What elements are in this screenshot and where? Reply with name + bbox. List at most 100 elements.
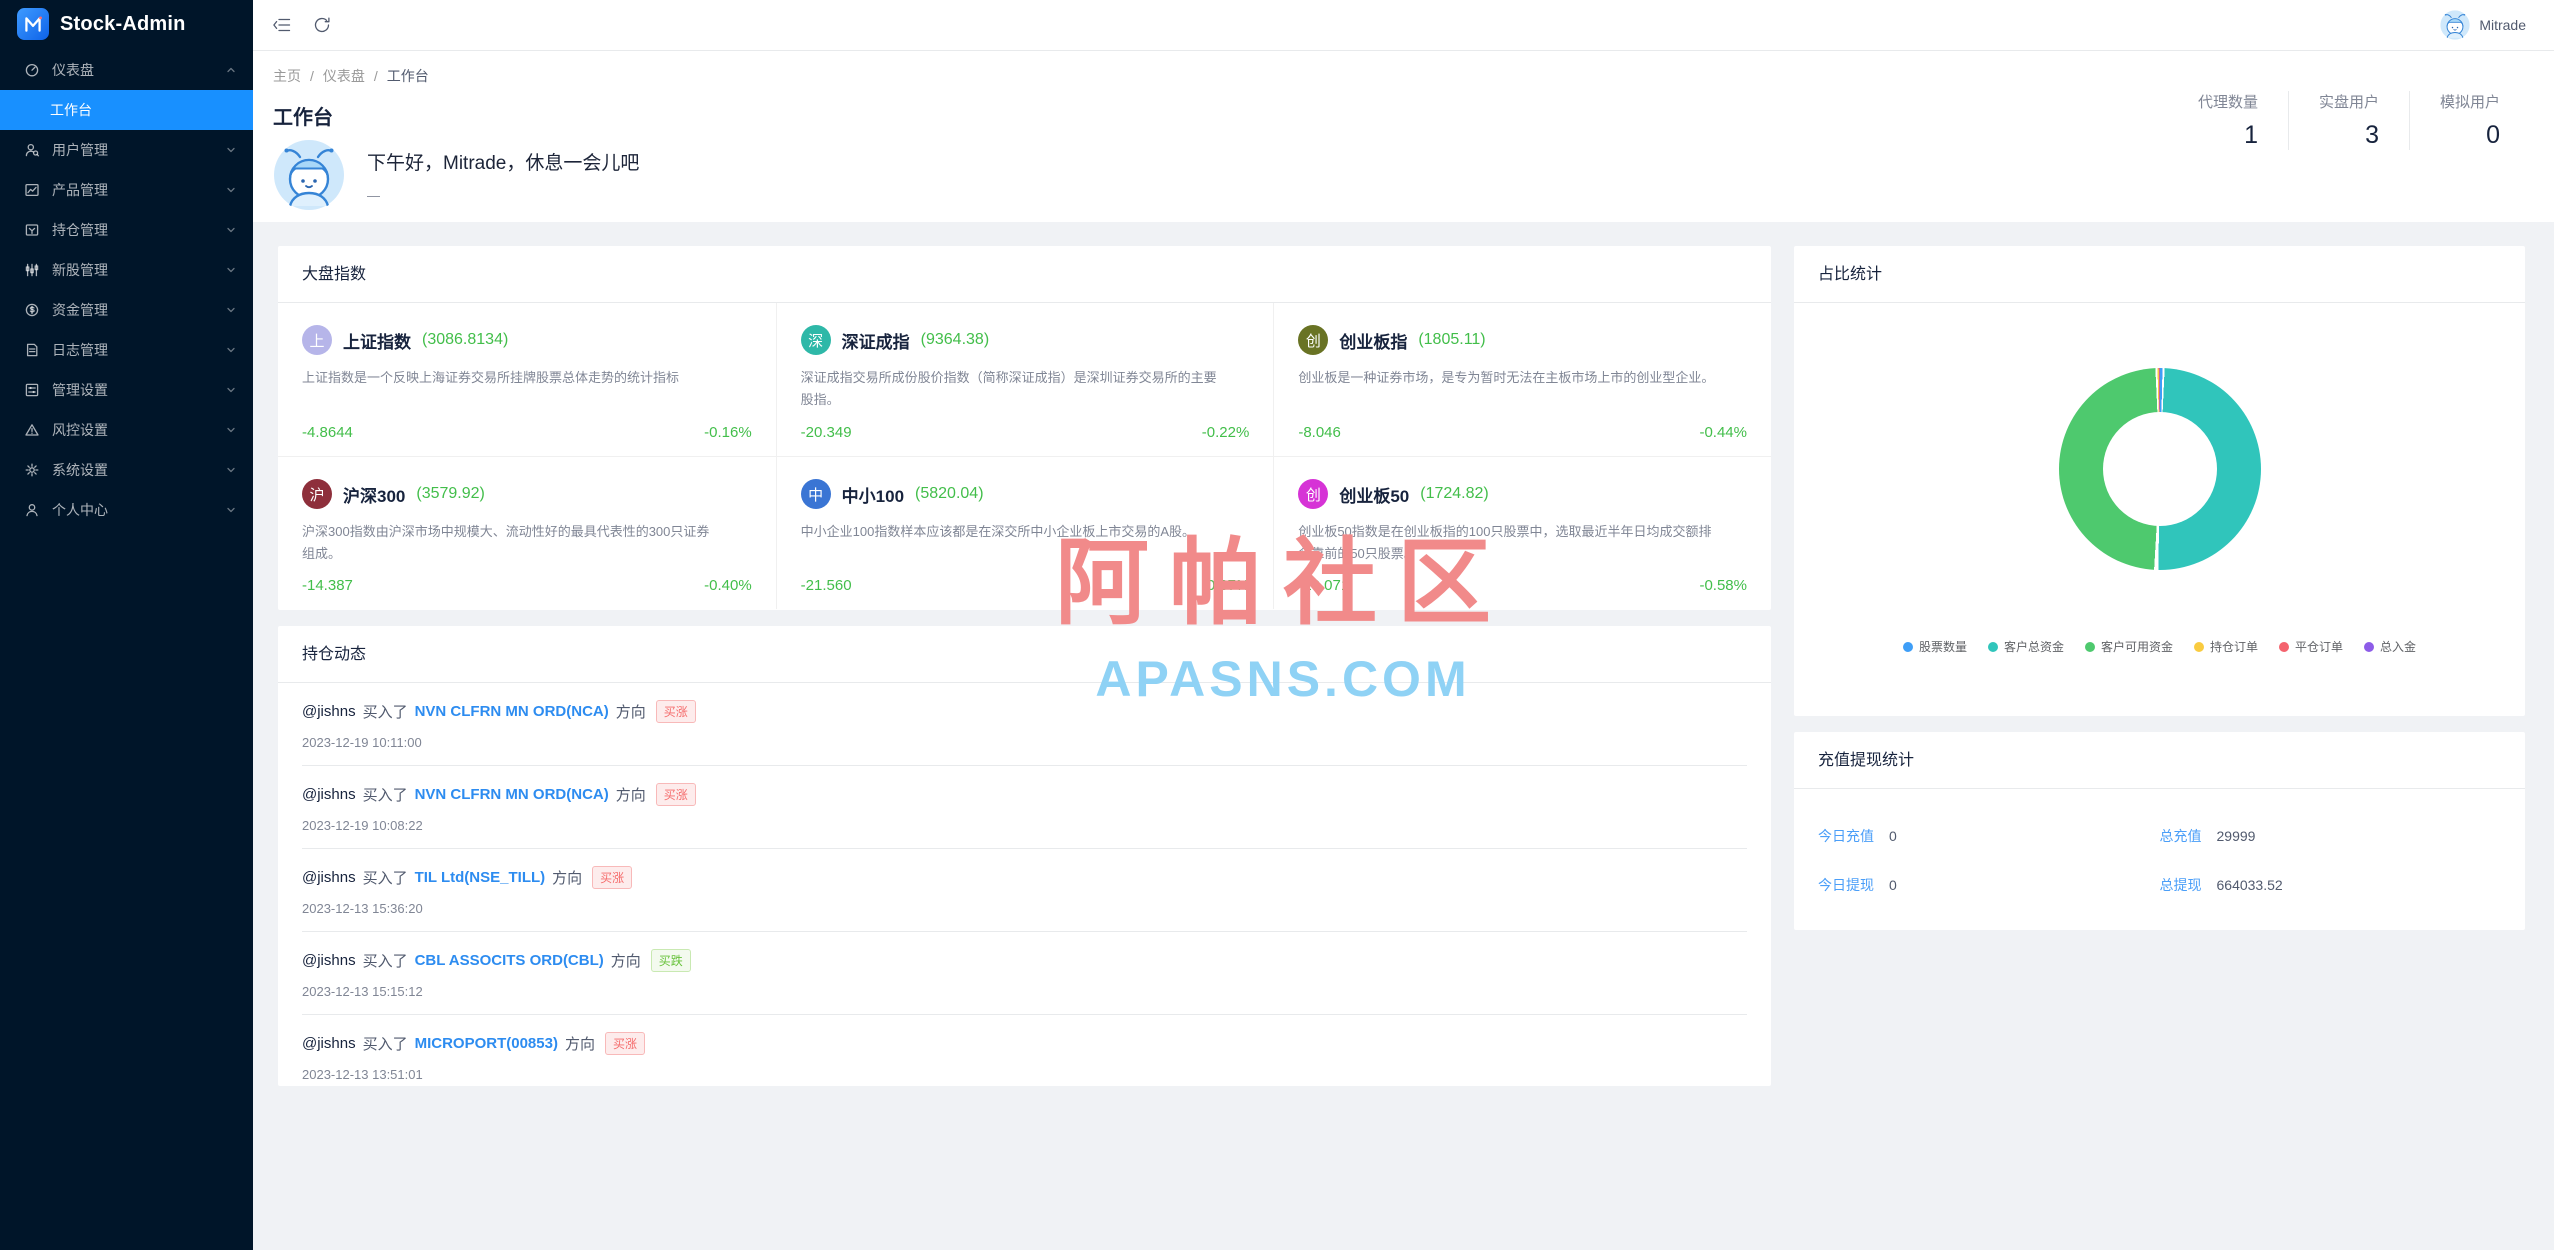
index-percent: -0.16% — [704, 424, 752, 441]
sidebar-item-label: 新股管理 — [52, 262, 108, 278]
menu-fold-icon[interactable] — [272, 15, 292, 35]
greeting-avatar — [273, 139, 345, 211]
position-user: @jishns — [302, 952, 356, 969]
legend-label: 客户总资金 — [2003, 640, 2064, 654]
legend-dot — [2084, 641, 2095, 652]
index-description: 深证成指交易所成份股价指数（简称深证成指）是深圳证券交易所的主要股指。 — [800, 370, 1217, 408]
recharge-stats-card: 充值提现统计 今日充值 0 总充值 29999 今日提现 0 总提现 664033.52 — [1794, 732, 2525, 930]
chevron-down-icon — [227, 227, 235, 233]
position-direction-label: 方向 — [610, 953, 641, 970]
sidebar-menu: 仪表盘 工作台 用户管理 产品管理 持仓管理 新股管理 资金管理 日志管理 管理… — [0, 50, 253, 530]
legend-item-open-orders[interactable]: 持仓订单 — [2194, 638, 2258, 655]
chevron-down-icon — [227, 347, 235, 353]
index-cell-chinext50: 创创业板50 (1724.82) 创业板50指数是在创业板指的100只股票中，选取… — [1273, 456, 1771, 609]
log-manage-icon — [26, 343, 38, 357]
index-value: (1805.11) — [1418, 331, 1486, 348]
sidebar-item-dashboard[interactable]: 仪表盘 — [0, 50, 253, 90]
sidebar-item-system-settings[interactable]: 系统设置 — [0, 450, 253, 490]
position-action: 买入了 — [362, 953, 408, 970]
legend-label: 总入金 — [2380, 640, 2417, 654]
breadcrumb: 主页 / 仪表盘 / 工作台 — [273, 66, 2526, 86]
stat-real-users: 实盘用户 3 — [2287, 91, 2409, 150]
position-row: @jishns 买入了 CBL ASSOCITS ORD(CBL) 方向 买跌 2023… — [302, 932, 1747, 1015]
sidebar-item-workbench[interactable]: 工作台 — [0, 90, 253, 130]
breadcrumb-separator: / — [310, 68, 314, 84]
position-stock-link[interactable]: MICROPORT(00853) — [415, 1035, 558, 1052]
position-direction-label: 方向 — [615, 704, 646, 721]
total-recharge-value: 29999 — [2216, 827, 2256, 844]
chevron-down-icon — [227, 507, 235, 513]
market-index-grid: 上上证指数 (3086.8134) 上证指数是一个反映上海证券交易所挂牌股票总体走… — [278, 303, 1771, 609]
index-name: 上证指数 — [343, 332, 411, 352]
chevron-down-icon — [227, 467, 235, 473]
legend-dot — [2279, 641, 2290, 652]
ipo-manage-icon — [25, 263, 39, 277]
index-badge: 上 — [302, 325, 332, 355]
index-description: 创业板50指数是在创业板指的100只股票中，选取最近半年日均成交额排名靠前的50… — [1298, 524, 1712, 562]
user-menu[interactable]: Mitrade — [2440, 10, 2526, 40]
breadcrumb-home[interactable]: 主页 — [273, 66, 301, 86]
index-cell-csi300: 沪沪深300 (3579.92) 沪深300指数由沪深市场中规模大、流动性好的最具… — [278, 456, 776, 609]
chevron-down-icon — [227, 307, 235, 313]
index-percent: -0.58% — [1699, 577, 1747, 594]
direction-tag: 买涨 — [592, 866, 633, 889]
legend-item-stock-count[interactable]: 股票数量 — [1902, 638, 1967, 655]
breadcrumb-dashboard[interactable]: 仪表盘 — [323, 66, 365, 86]
position-stock-link[interactable]: NVN CLFRN MN ORD(NCA) — [415, 786, 609, 803]
position-row: @jishns 买入了 NVN CLFRN MN ORD(NCA) 方向 买涨 2023… — [302, 683, 1747, 766]
sidebar-item-ipo-management[interactable]: 新股管理 — [0, 250, 253, 290]
sidebar-item-user-management[interactable]: 用户管理 — [0, 130, 253, 170]
legend-item-total-funds[interactable]: 客户总资金 — [1987, 638, 2064, 655]
index-description: 沪深300指数由沪深市场中规模大、流动性好的最具代表性的300只证券组成。 — [302, 524, 710, 562]
legend-item-total-deposit[interactable]: 总入金 — [2364, 638, 2416, 655]
position-user: @jishns — [302, 869, 356, 886]
legend-dot — [2194, 641, 2204, 652]
position-stock-link[interactable]: CBL ASSOCITS ORD(CBL) — [415, 952, 604, 969]
sidebar-item-position-management[interactable]: 持仓管理 — [0, 210, 253, 250]
sidebar-item-profile[interactable]: 个人中心 — [0, 490, 253, 530]
legend-dot — [1902, 641, 1913, 652]
position-stock-link[interactable]: NVN CLFRN MN ORD(NCA) — [415, 703, 609, 720]
index-change: -14.387 — [302, 577, 353, 594]
sidebar-item-log-management[interactable]: 日志管理 — [0, 330, 253, 370]
position-direction-label: 方向 — [564, 1036, 595, 1053]
page-header: 主页 / 仪表盘 / 工作台 工作台 下午好，Mitrade，休息一会儿吧 — … — [253, 51, 2554, 222]
greeting-text: 下午好，Mitrade，休息一会儿吧 — [367, 152, 640, 174]
index-badge: 创 — [1298, 325, 1329, 355]
legend-item-closed-orders[interactable]: 平仓订单 — [2279, 638, 2343, 655]
risk-settings-icon — [25, 424, 39, 436]
content-area: 大盘指数 上上证指数 (3086.8134) 上证指数是一个反映上海证券交易所挂牌… — [253, 222, 2554, 1250]
direction-tag: 买涨 — [655, 700, 696, 723]
index-percent: -0.22% — [1201, 424, 1250, 441]
index-value: (5820.04) — [915, 485, 984, 502]
stat-label: 代理数量 — [2197, 94, 2258, 111]
index-change: -8.046 — [1298, 424, 1341, 441]
app-logo-icon — [17, 8, 49, 40]
sidebar-item-label: 仪表盘 — [52, 62, 94, 78]
sidebar-item-funds-management[interactable]: 资金管理 — [0, 290, 253, 330]
sidebar-item-admin-settings[interactable]: 管理设置 — [0, 370, 253, 410]
position-row: @jishns 买入了 TIL Ltd(NSE_TILL) 方向 买涨 2023-12-… — [302, 849, 1747, 932]
chevron-down-icon — [227, 267, 235, 273]
refresh-icon[interactable] — [312, 15, 332, 35]
user-manage-icon — [25, 143, 40, 157]
sidebar-item-product-management[interactable]: 产品管理 — [0, 170, 253, 210]
sidebar-item-risk-settings[interactable]: 风控设置 — [0, 410, 253, 450]
index-name: 中小100 — [841, 486, 905, 506]
index-cell-chinext: 创创业板指 (1805.11) 创业板是一种证券市场，是专为暂时无法在主板市场上市… — [1273, 303, 1771, 456]
stat-label: 模拟用户 — [2439, 94, 2500, 111]
total-withdraw-label: 总提现 — [2159, 876, 2202, 893]
stat-value: 0 — [2486, 121, 2500, 149]
withdraw-row: 今日提现 0 总提现 664033.52 — [1818, 860, 2501, 909]
total-recharge-label: 总充值 — [2159, 827, 2202, 844]
sidebar: Stock-Admin 仪表盘 工作台 用户管理 产品管理 持仓管理 新股管理 — [0, 0, 253, 1250]
legend-item-available-funds[interactable]: 客户可用资金 — [2084, 638, 2173, 655]
chevron-down-icon — [227, 147, 235, 153]
user-name: Mitrade — [2479, 17, 2526, 33]
app-logo[interactable]: Stock-Admin — [0, 0, 253, 48]
index-cell-shanghai: 上上证指数 (3086.8134) 上证指数是一个反映上海证券交易所挂牌股票总体走… — [278, 303, 776, 456]
positions-title: 持仓动态 — [278, 626, 1771, 683]
today-withdraw-label: 今日提现 — [1818, 876, 1874, 893]
position-stock-link[interactable]: TIL Ltd(NSE_TILL) — [415, 869, 546, 886]
index-change: -20.349 — [800, 424, 852, 441]
